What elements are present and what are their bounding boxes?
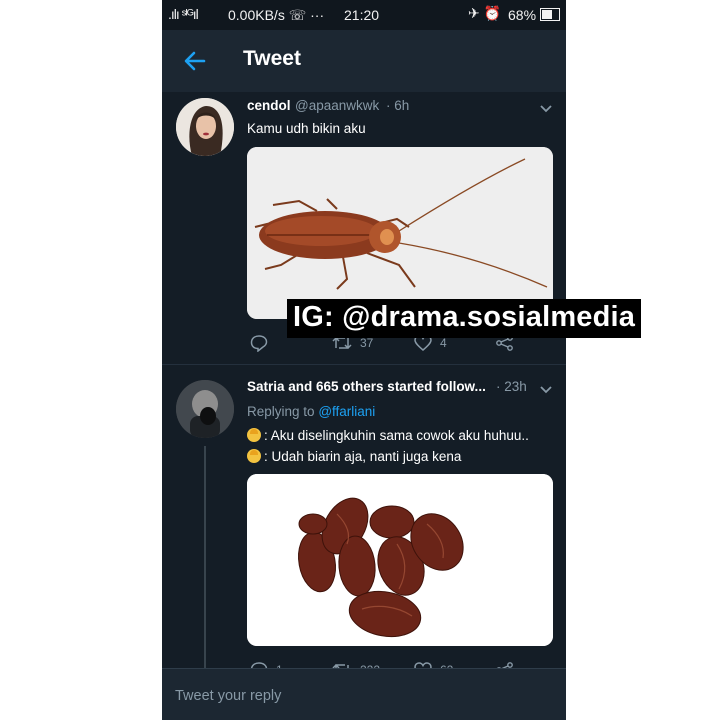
woman-portrait-icon [176, 98, 234, 156]
cockroach-image [247, 147, 553, 319]
reply-action[interactable] [250, 334, 268, 352]
replying-to: Replying to @ffarliani [247, 404, 375, 419]
author-name[interactable]: cendol [247, 98, 291, 113]
avatar[interactable] [176, 98, 234, 156]
status-bar: .ılı ˢᴵᴳıl 0.00KB/s ☏ ··· 21:20 ✈ ⏰ 68% [162, 0, 566, 30]
author-handle[interactable]: @apaanwkwk [295, 98, 379, 113]
tweet-image[interactable] [247, 474, 553, 646]
tweet-time: · 6h [386, 98, 410, 113]
whatsapp-icon: ☏ [288, 7, 307, 23]
girl-face-emoji-icon [247, 449, 261, 463]
phone-screen: .ılı ˢᴵᴳıl 0.00KB/s ☏ ··· 21:20 ✈ ⏰ 68% … [162, 0, 566, 720]
battery-fill [542, 10, 552, 19]
tweet-text: Kamu udh bikin aku [247, 121, 366, 136]
tweet-line-2-text: : Udah biarin aja, nanti juga kena [264, 449, 462, 464]
tweet-card[interactable]: Satria and 665 others started follow... … [162, 370, 566, 679]
battery-icon [540, 8, 560, 21]
signal-icon: .ılı ˢᴵᴳıl [168, 6, 199, 22]
replying-handle-link[interactable]: @ffarliani [318, 404, 375, 419]
watermark-label: IG: @drama.sosialmedia [287, 299, 642, 338]
man-portrait-icon [176, 380, 234, 438]
tweet-image[interactable] [247, 147, 553, 319]
replying-prefix: Replying to [247, 404, 315, 419]
follow-notice[interactable]: Satria and 665 others started follow... [247, 379, 486, 394]
tweet-line-1-text: : Aku diselingkuhin sama cowok aku huhuu… [264, 428, 529, 443]
battery-percent: 68% [508, 7, 537, 23]
retweet-count: 37 [360, 336, 374, 350]
tweet-time: · 23h [496, 379, 527, 394]
child-face-emoji-icon [247, 428, 261, 442]
app-header: Tweet [162, 30, 566, 92]
reply-composer[interactable]: Tweet your reply [162, 668, 566, 720]
avatar[interactable] [176, 380, 234, 438]
chevron-down-icon[interactable] [540, 386, 552, 394]
airplane-alarm-icons: ✈ ⏰ [468, 5, 502, 21]
network-speed-text: 0.00KB/s [228, 7, 285, 23]
more-notifications-icon: ··· [310, 7, 325, 23]
reply-input-placeholder[interactable]: Tweet your reply [175, 688, 281, 704]
chevron-down-icon[interactable] [540, 105, 552, 113]
dates-image [247, 474, 553, 646]
page-title: Tweet [243, 47, 301, 70]
back-arrow-icon[interactable] [182, 48, 208, 74]
clock: 21:20 [344, 7, 380, 23]
tweet-divider [162, 364, 566, 365]
reply-icon [250, 335, 268, 352]
tweet-line-2: : Udah biarin aja, nanti juga kena [247, 449, 461, 464]
tweet-line-1: : Aku diselingkuhin sama cowok aku huhuu… [247, 428, 529, 443]
like-count: 4 [440, 336, 447, 350]
network-speed: 0.00KB/s ☏ ··· [228, 7, 324, 24]
